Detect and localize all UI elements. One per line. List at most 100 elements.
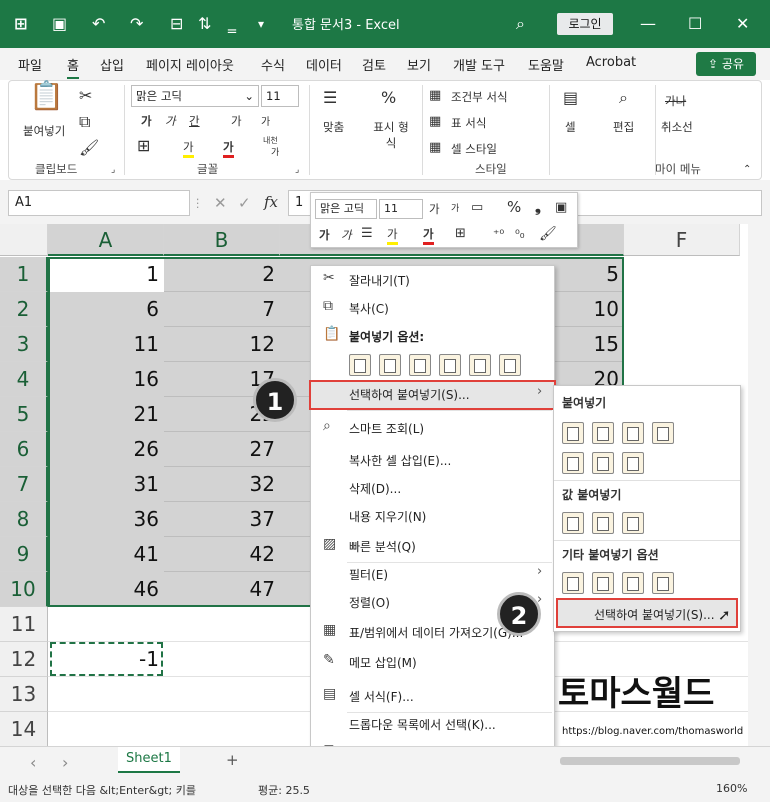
undo-icon[interactable]: ↶ — [92, 10, 105, 38]
context-menu-item[interactable]: 복사한 셀 삽입(E)... — [349, 452, 451, 469]
cell-b11[interactable] — [164, 607, 280, 642]
paste-option-icon[interactable] — [499, 354, 521, 376]
paste-picture-icon[interactable] — [622, 572, 644, 594]
bold-button[interactable]: 가 — [141, 113, 152, 129]
column-header-f[interactable]: F — [624, 224, 740, 256]
percent-icon[interactable]: % — [381, 89, 396, 107]
tab-page-layout[interactable]: 페이지 레이아웃 — [146, 55, 234, 74]
sort-icon[interactable]: ⇅ — [198, 10, 211, 38]
mini-shrink-font[interactable]: 가 — [451, 201, 459, 214]
cell-b7[interactable]: 32 — [164, 467, 280, 502]
insert-function-button[interactable]: fx — [264, 193, 278, 211]
row-header[interactable]: 2 — [0, 292, 48, 327]
cell-a1[interactable]: 1 — [48, 257, 164, 292]
cell-a12[interactable]: -1 — [48, 642, 164, 677]
mini-italic[interactable]: 가 — [341, 227, 352, 243]
cell-b3[interactable]: 12 — [164, 327, 280, 362]
context-menu-item[interactable]: 선택하여 붙여넣기(S)... — [349, 386, 470, 403]
tab-home[interactable]: 홈 — [67, 55, 79, 79]
row-header[interactable]: 7 — [0, 467, 48, 502]
row-header[interactable]: 6 — [0, 432, 48, 467]
paste-option-icon[interactable] — [469, 354, 491, 376]
find-icon[interactable]: ⌕ — [619, 89, 628, 107]
cell-b8[interactable]: 37 — [164, 502, 280, 537]
confirm-entry-icon[interactable]: ✓ — [238, 194, 251, 212]
collapse-ribbon-icon[interactable]: ⌃ — [743, 161, 751, 179]
context-menu-item[interactable]: 빠른 분석(Q) — [349, 538, 416, 555]
sheet-tab-sheet1[interactable]: Sheet1 — [118, 747, 180, 773]
close-button[interactable]: ✕ — [736, 10, 749, 38]
tab-formulas[interactable]: 수식 — [261, 55, 285, 74]
phonetic-button-bottom[interactable]: 가 — [271, 145, 279, 158]
column-header-a[interactable]: A — [48, 224, 164, 256]
tab-developer[interactable]: 개발 도구 — [453, 55, 505, 74]
cell-a7[interactable]: 31 — [48, 467, 164, 502]
context-menu-item[interactable]: 스마트 조회(L) — [349, 420, 424, 437]
context-menu-item[interactable]: 메모 삽입(M) — [349, 654, 417, 671]
row-header[interactable]: 8 — [0, 502, 48, 537]
cell-a10[interactable]: 46 — [48, 572, 164, 607]
paste-keep-source-format-icon[interactable] — [652, 422, 674, 444]
mini-fill-color[interactable]: 가 — [387, 226, 398, 245]
alignment-label[interactable]: 맞춤 — [323, 119, 344, 135]
cell-a11[interactable] — [48, 607, 164, 642]
paste-keep-width-icon[interactable] — [592, 452, 614, 474]
paste-no-borders-icon[interactable] — [562, 452, 584, 474]
next-sheet-icon[interactable]: › — [62, 753, 68, 772]
cell-a4[interactable]: 16 — [48, 362, 164, 397]
paste-option-icon[interactable] — [439, 354, 461, 376]
paste-values-number-format-icon[interactable] — [592, 512, 614, 534]
table-format-button[interactable]: 표 서식 — [451, 115, 486, 131]
paste-link-icon[interactable] — [592, 572, 614, 594]
font-name-combo[interactable]: 맑은 고딕 ⌄ — [131, 85, 259, 107]
mini-decrease-decimal-icon[interactable]: ⁰₀ — [515, 225, 525, 243]
tab-acrobat[interactable]: Acrobat — [586, 55, 636, 70]
cells-icon[interactable]: ▤ — [563, 89, 578, 107]
save-icon[interactable]: ▣ — [52, 10, 67, 38]
mini-increase-decimal-icon[interactable]: ⁺⁰ — [493, 225, 504, 243]
add-sheet-button[interactable]: + — [226, 751, 239, 769]
row-header[interactable]: 1 — [0, 257, 48, 292]
row-header[interactable]: 10 — [0, 572, 48, 607]
cell-a6[interactable]: 26 — [48, 432, 164, 467]
context-menu-item[interactable]: 잘라내기(T) — [349, 272, 410, 289]
mini-format-icon[interactable]: ▣ — [555, 199, 567, 217]
strikethrough-label[interactable]: 취소선 — [661, 119, 693, 135]
dialog-launcher-icon[interactable]: ⌟ — [111, 161, 115, 179]
context-menu-item[interactable]: 표/범위에서 데이터 가져오기(G)... — [349, 624, 523, 641]
row-header[interactable]: 14 — [0, 712, 48, 747]
cell-b2[interactable]: 7 — [164, 292, 280, 327]
cell-a8[interactable]: 36 — [48, 502, 164, 537]
cell-b6[interactable]: 27 — [164, 432, 280, 467]
row-header[interactable]: 5 — [0, 397, 48, 432]
cell-a13[interactable] — [48, 677, 164, 712]
mini-accounting-icon[interactable]: ▭ — [471, 199, 483, 217]
mini-font-size[interactable]: 11 — [379, 199, 423, 219]
font-color-button[interactable]: 가 — [223, 139, 234, 158]
paste-formulas-number-format-icon[interactable] — [622, 422, 644, 444]
paste-option-icon[interactable] — [379, 354, 401, 376]
tab-view[interactable]: 보기 — [407, 55, 431, 74]
cell-a9[interactable]: 41 — [48, 537, 164, 572]
tab-insert[interactable]: 삽입 — [100, 55, 124, 74]
cell-a14[interactable] — [48, 712, 164, 747]
prev-sheet-icon[interactable]: ‹ — [30, 753, 36, 772]
column-header-b[interactable]: B — [164, 224, 280, 256]
qat-customize-icon[interactable]: ▾ — [258, 10, 264, 38]
copy-icon[interactable]: ⧉ — [79, 113, 90, 131]
minimize-button[interactable]: — — [640, 10, 656, 38]
mini-comma-icon[interactable]: ❟ — [535, 198, 541, 216]
paste-formatting-icon[interactable] — [562, 572, 584, 594]
grow-font-button[interactable]: 가 — [231, 113, 242, 129]
paste-values-icon[interactable] — [562, 512, 584, 534]
cell-b13[interactable] — [164, 677, 280, 712]
row-header[interactable]: 3 — [0, 327, 48, 362]
row-header[interactable]: 13 — [0, 677, 48, 712]
fill-color-button[interactable]: 가 — [183, 139, 194, 158]
context-menu-item[interactable]: 복사(C) — [349, 300, 389, 317]
italic-button[interactable]: 가 — [165, 113, 176, 129]
format-painter-icon[interactable]: 🖌 — [79, 139, 99, 157]
cell-b10[interactable]: 47 — [164, 572, 280, 607]
row-header[interactable]: 12 — [0, 642, 48, 677]
tab-review[interactable]: 검토 — [362, 55, 386, 74]
